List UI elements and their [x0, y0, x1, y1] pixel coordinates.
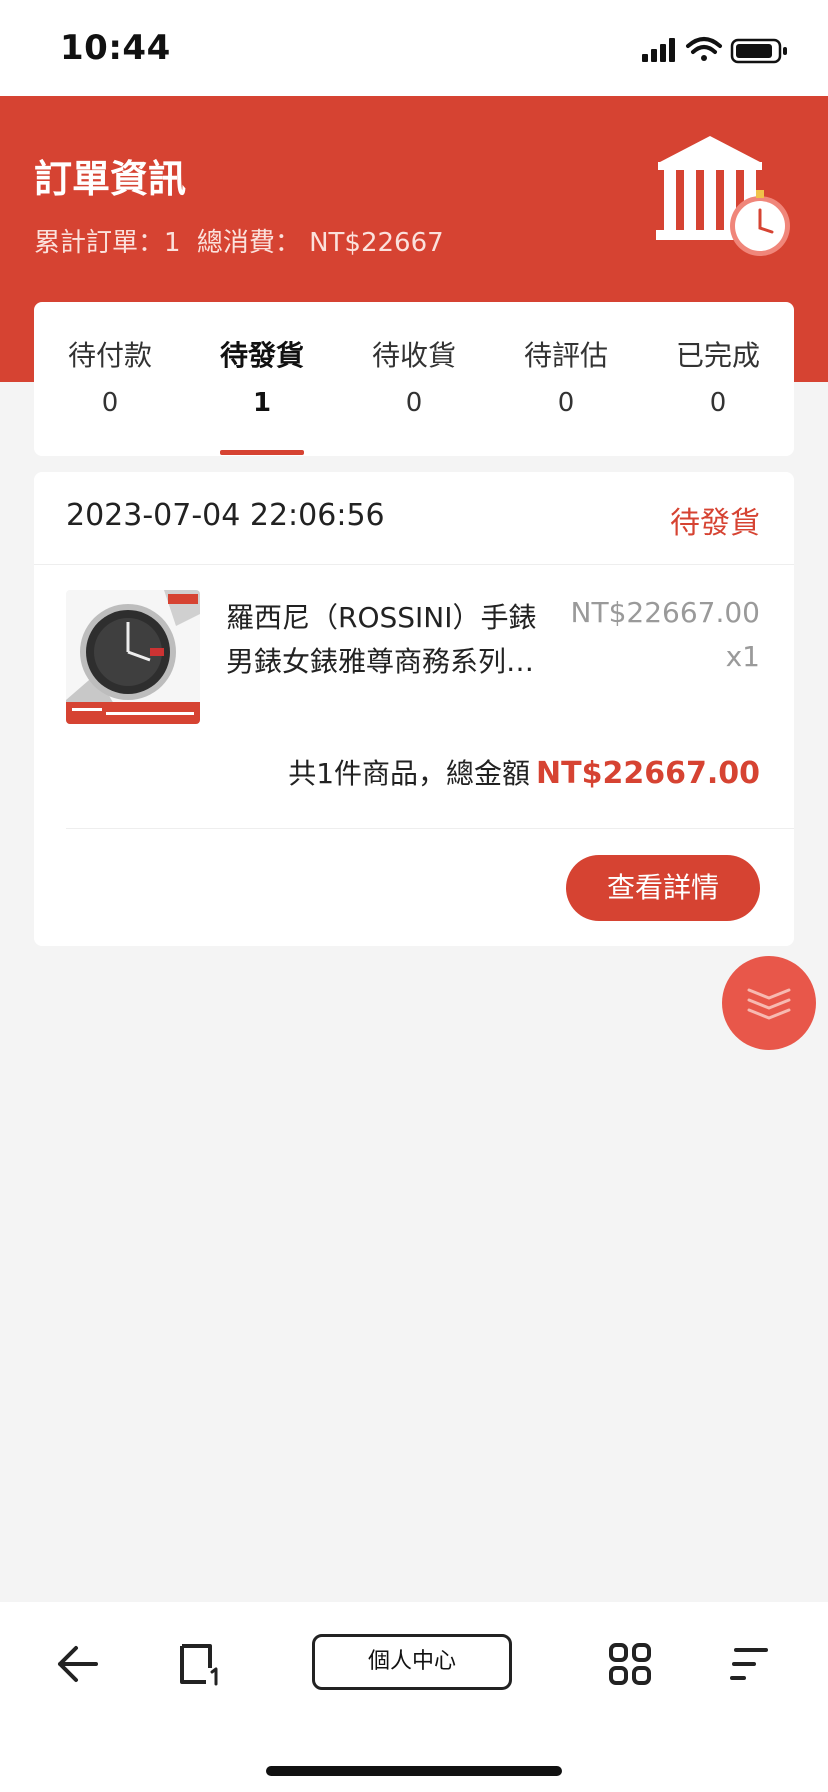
tab-label: 已完成 — [675, 339, 760, 372]
menu-icon[interactable] — [730, 1646, 770, 1682]
tab-label: 待發貨 — [219, 339, 304, 372]
order-status-tabs: 待付款 0 待發貨 1 待收貨 0 待評估 0 已完成 0 — [34, 302, 794, 456]
page-title: 訂單資訊 — [34, 157, 187, 201]
tab-pending-shipment[interactable]: 待發貨 1 — [186, 302, 338, 456]
order-summary: 累計訂單：1 總消費： NT$22667 — [34, 222, 452, 259]
order-total-summary: 共1件商品，總金額 NT$22667.00 — [288, 752, 760, 792]
battery-icon — [730, 38, 787, 64]
order-status: 待發貨 — [670, 506, 760, 541]
bottom-navigation-bar: 個人中心 — [0, 1602, 828, 1792]
tabs-icon[interactable] — [176, 1642, 222, 1688]
layers-icon — [747, 988, 791, 1020]
tab-pending-receipt[interactable]: 待收貨 0 — [338, 302, 490, 456]
product-image[interactable] — [66, 590, 200, 724]
total-orders: 累計訂單：1 — [34, 228, 181, 258]
divider — [34, 564, 794, 565]
personal-center-button[interactable]: 個人中心 — [312, 1634, 512, 1690]
summary-label: 共1件商品，總金額 — [288, 757, 531, 790]
order-card: 2023-07-04 22:06:56 待發貨 羅西尼（ROSSINI）手錶男錶… — [34, 472, 794, 946]
tab-count: 0 — [405, 388, 423, 418]
active-tab-indicator — [220, 450, 304, 455]
store-clock-icon — [656, 136, 790, 256]
status-bar: 10:44 — [0, 0, 828, 96]
view-details-button[interactable]: 查看詳情 — [566, 855, 760, 921]
tab-count: 0 — [709, 388, 727, 418]
floating-menu-button[interactable] — [722, 956, 816, 1050]
total-spend: 總消費： NT$22667 — [196, 228, 444, 258]
tab-count: 1 — [252, 388, 272, 418]
tab-label: 待收貨 — [371, 339, 456, 372]
order-total: NT$22667.00 — [536, 756, 760, 791]
divider — [66, 828, 794, 829]
home-indicator — [266, 1766, 562, 1776]
back-arrow-icon[interactable] — [56, 1642, 100, 1686]
product-name[interactable]: 羅西尼（ROSSINI）手錶男錶女錶雅尊商務系列… — [226, 596, 556, 684]
order-datetime: 2023-07-04 22:06:56 — [66, 498, 385, 533]
grid-icon[interactable] — [608, 1642, 652, 1686]
tab-label: 待付款 — [67, 339, 152, 372]
signal-icon — [642, 38, 675, 62]
status-icons — [642, 37, 787, 64]
wifi-icon — [686, 37, 722, 61]
tab-count: 0 — [557, 388, 575, 418]
product-price: NT$22667.00 — [570, 596, 760, 629]
tab-count: 0 — [101, 388, 119, 418]
status-time: 10:44 — [60, 28, 171, 68]
tab-completed[interactable]: 已完成 0 — [642, 302, 794, 456]
tab-pending-review[interactable]: 待評估 0 — [490, 302, 642, 456]
product-quantity: x1 — [725, 640, 760, 673]
tab-label: 待評估 — [523, 339, 608, 372]
tab-pending-payment[interactable]: 待付款 0 — [34, 302, 186, 456]
